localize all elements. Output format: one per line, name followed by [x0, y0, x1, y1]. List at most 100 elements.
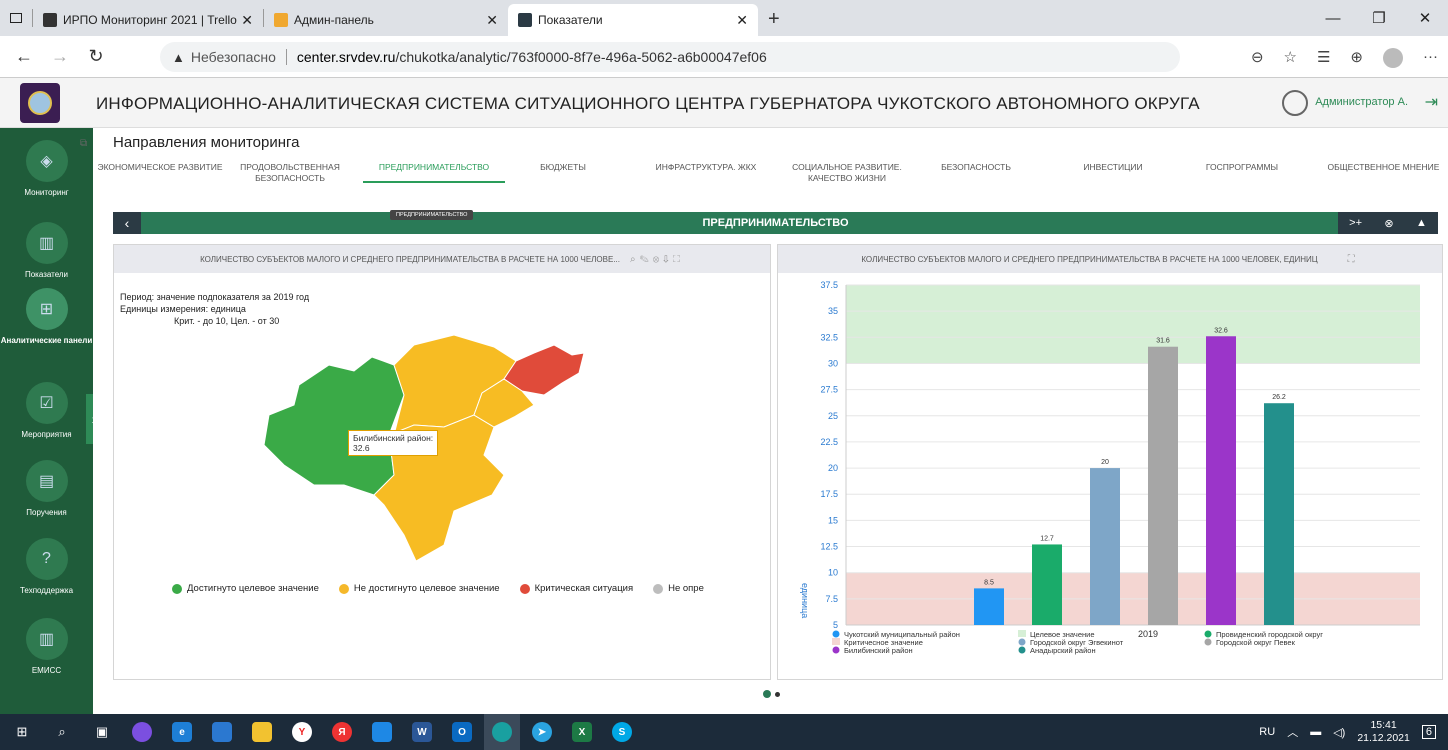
tab-food-security[interactable]: ПРОДОВОЛЬСТВЕННАЯ БЕЗОПАСНОСТЬ — [237, 162, 343, 184]
legend-dot — [653, 583, 664, 594]
tab-gosprograms[interactable]: ГОСПРОГРАММЫ — [1197, 162, 1287, 173]
tab-title: Админ-панель — [294, 13, 374, 27]
bar-data-label: 32.6 — [1214, 327, 1228, 334]
export-icon[interactable]: ▲ — [1416, 217, 1427, 229]
app-purple-icon[interactable] — [124, 714, 160, 750]
close-circle-icon[interactable]: ⊗ — [1384, 217, 1393, 230]
tab-infrastructure[interactable]: ИНФРАСТРУКТУРА. ЖКХ — [641, 162, 771, 173]
legend-label: Достигнуто целевое значение — [187, 583, 319, 594]
favorites-icon[interactable]: ☰ — [1317, 48, 1330, 68]
sidebar-item-label: ЕМИСС — [31, 666, 62, 675]
volume-icon[interactable]: ◁) — [1333, 726, 1345, 739]
tab-security[interactable]: БЕЗОПАСНОСТЬ — [931, 162, 1021, 173]
more-icon[interactable]: ··· — [1423, 48, 1438, 68]
notifications-icon[interactable]: 6 — [1421, 725, 1436, 739]
close-icon[interactable]: ✕ — [736, 12, 748, 29]
telegram-icon[interactable]: ➤ — [524, 714, 560, 750]
sidebar-item-analytic-panels[interactable]: ⊞ Аналитические панели — [0, 288, 93, 345]
legend-item[interactable]: Не опре — [653, 583, 704, 594]
language-indicator[interactable]: RU — [1259, 726, 1275, 738]
reload-icon[interactable]: ↻ — [78, 46, 114, 67]
add-favorite-icon[interactable]: ☆ — [1284, 48, 1297, 68]
y-tick-label: 12.5 — [820, 542, 838, 552]
admin-favicon-icon — [274, 13, 288, 27]
tab-budgets[interactable]: БЮДЖЕТЫ — [533, 162, 593, 173]
browser-tab-bar: ИРПО Мониторинг 2021 | Trello ✕ Админ-па… — [0, 0, 1448, 36]
network-icon[interactable]: ▬ — [1310, 726, 1321, 738]
legend-item[interactable]: Не достигнуто целевое значение — [338, 583, 500, 594]
back-icon[interactable]: ← — [6, 46, 42, 67]
chart-card-title: КОЛИЧЕСТВО СУБЪЕКТОВ МАЛОГО И СРЕДНЕГО П… — [861, 254, 1318, 264]
excel-icon[interactable]: X — [564, 714, 600, 750]
close-icon[interactable]: ✕ — [241, 12, 253, 29]
sidebar-item-indicators[interactable]: ▥ Показатели — [0, 222, 93, 279]
carousel-dot-active[interactable] — [763, 690, 771, 698]
fullscreen-icon[interactable]: ⛶ — [673, 254, 684, 265]
tab-public-opinion[interactable]: ОБЩЕСТВЕННОЕ МНЕНИЕ — [1321, 162, 1446, 173]
edit-icon[interactable]: ✎ — [640, 254, 653, 265]
browser-tab-indicators[interactable]: Показатели ✕ — [508, 4, 758, 36]
user-icon[interactable] — [1282, 90, 1308, 116]
export-icon[interactable]: ⇩ — [663, 254, 673, 265]
tab-investments[interactable]: ИНВЕСТИЦИИ — [1073, 162, 1153, 173]
tab-actions-icon[interactable] — [0, 0, 32, 36]
skype-icon[interactable]: S — [604, 714, 640, 750]
task-view-icon[interactable]: ▣ — [84, 714, 120, 750]
map-region-bilibino[interactable] — [263, 356, 405, 496]
tab-economic[interactable]: ЭКОНОМИЧЕСКОЕ РАЗВИТИЕ — [93, 162, 227, 173]
store-icon[interactable] — [204, 714, 240, 750]
fullscreen-icon[interactable]: ⛶ — [1348, 254, 1359, 265]
tab-social[interactable]: СОЦИАЛЬНОЕ РАЗВИТИЕ. КАЧЕСТВО ЖИЗНИ — [777, 162, 917, 184]
clock[interactable]: 15:41 21.12.2021 — [1357, 719, 1410, 745]
forward-icon[interactable]: → — [42, 46, 78, 67]
zoom-icon[interactable]: ⊖ — [1251, 48, 1264, 68]
direction-tabs: ЭКОНОМИЧЕСКОЕ РАЗВИТИЕ ПРОДОВОЛЬСТВЕННАЯ… — [93, 158, 1448, 198]
close-window-icon[interactable]: ✕ — [1402, 0, 1448, 36]
sidebar: ◈ Мониторинг ▥ Показатели ⊞ Аналитически… — [0, 128, 93, 714]
close-circle-icon[interactable]: ⊗ — [653, 254, 664, 265]
tab-business[interactable]: ПРЕДПРИНИМАТЕЛЬСТВО — [363, 162, 505, 183]
edge-legacy-icon[interactable]: e — [164, 714, 200, 750]
restore-icon[interactable]: ❐ — [1356, 0, 1402, 36]
outlook-icon[interactable]: O — [444, 714, 480, 750]
word-icon[interactable]: W — [404, 714, 440, 750]
collections-icon[interactable]: ⊕ — [1350, 48, 1363, 68]
x-category-label: 2019 — [1138, 629, 1158, 639]
sidebar-item-emiss[interactable]: ▥ ЕМИСС — [0, 618, 93, 675]
legend-marker — [832, 630, 840, 638]
url-input[interactable]: ▲ Небезопасно center.srvdev.ru/chukotka/… — [160, 42, 1180, 72]
carousel-dot[interactable] — [775, 692, 780, 697]
yandex-icon[interactable]: Я — [324, 714, 360, 750]
main-content: ⧉ Направления мониторинга ЭКОНОМИЧЕСКОЕ … — [80, 128, 1448, 714]
new-tab-icon[interactable]: + — [768, 4, 780, 36]
close-icon[interactable]: ✕ — [486, 12, 498, 29]
sidebar-item-label: Мероприятия — [21, 430, 72, 439]
legend-item[interactable]: Достигнуто целевое значение — [172, 583, 319, 594]
minimize-icon[interactable]: — — [1310, 0, 1356, 36]
mail-icon[interactable] — [364, 714, 400, 750]
sidebar-item-support[interactable]: ? Техподдержка — [0, 538, 93, 595]
search-icon[interactable]: ⌕ — [630, 254, 640, 265]
copy-icon[interactable]: ⧉ — [80, 138, 87, 149]
coat-of-arms-logo[interactable] — [20, 83, 60, 123]
browser-tab-admin[interactable]: Админ-панель ✕ — [264, 4, 508, 36]
windows-start-icon[interactable]: ⊞ — [4, 714, 40, 750]
legend-marker — [1204, 630, 1212, 638]
chevron-up-icon[interactable]: ︿ — [1287, 724, 1298, 740]
file-explorer-icon[interactable] — [244, 714, 280, 750]
add-panel-icon[interactable]: >+ — [1349, 217, 1362, 229]
sidebar-item-events[interactable]: ☑ Мероприятия — [0, 382, 93, 439]
edge-icon[interactable] — [484, 714, 520, 750]
sidebar-item-orders[interactable]: ▤ Поручения — [0, 460, 93, 517]
sidebar-item-label: Техподдержка — [19, 586, 74, 595]
browser-tab-trello[interactable]: ИРПО Мониторинг 2021 | Trello ✕ — [33, 4, 263, 36]
warning-icon: ▲ — [172, 49, 185, 65]
yandex-browser-icon[interactable]: Y — [284, 714, 320, 750]
user-name[interactable]: Администратор А. — [1315, 96, 1408, 108]
url-path: /chukotka/analytic/763f0000-8f7e-496a-50… — [395, 49, 767, 65]
logout-icon[interactable]: ⇥ — [1425, 92, 1438, 112]
legend-dot — [519, 583, 530, 594]
profile-avatar-icon[interactable] — [1383, 48, 1403, 68]
legend-item[interactable]: Критическая ситуация — [519, 583, 633, 594]
search-icon[interactable]: ⌕ — [44, 714, 80, 750]
